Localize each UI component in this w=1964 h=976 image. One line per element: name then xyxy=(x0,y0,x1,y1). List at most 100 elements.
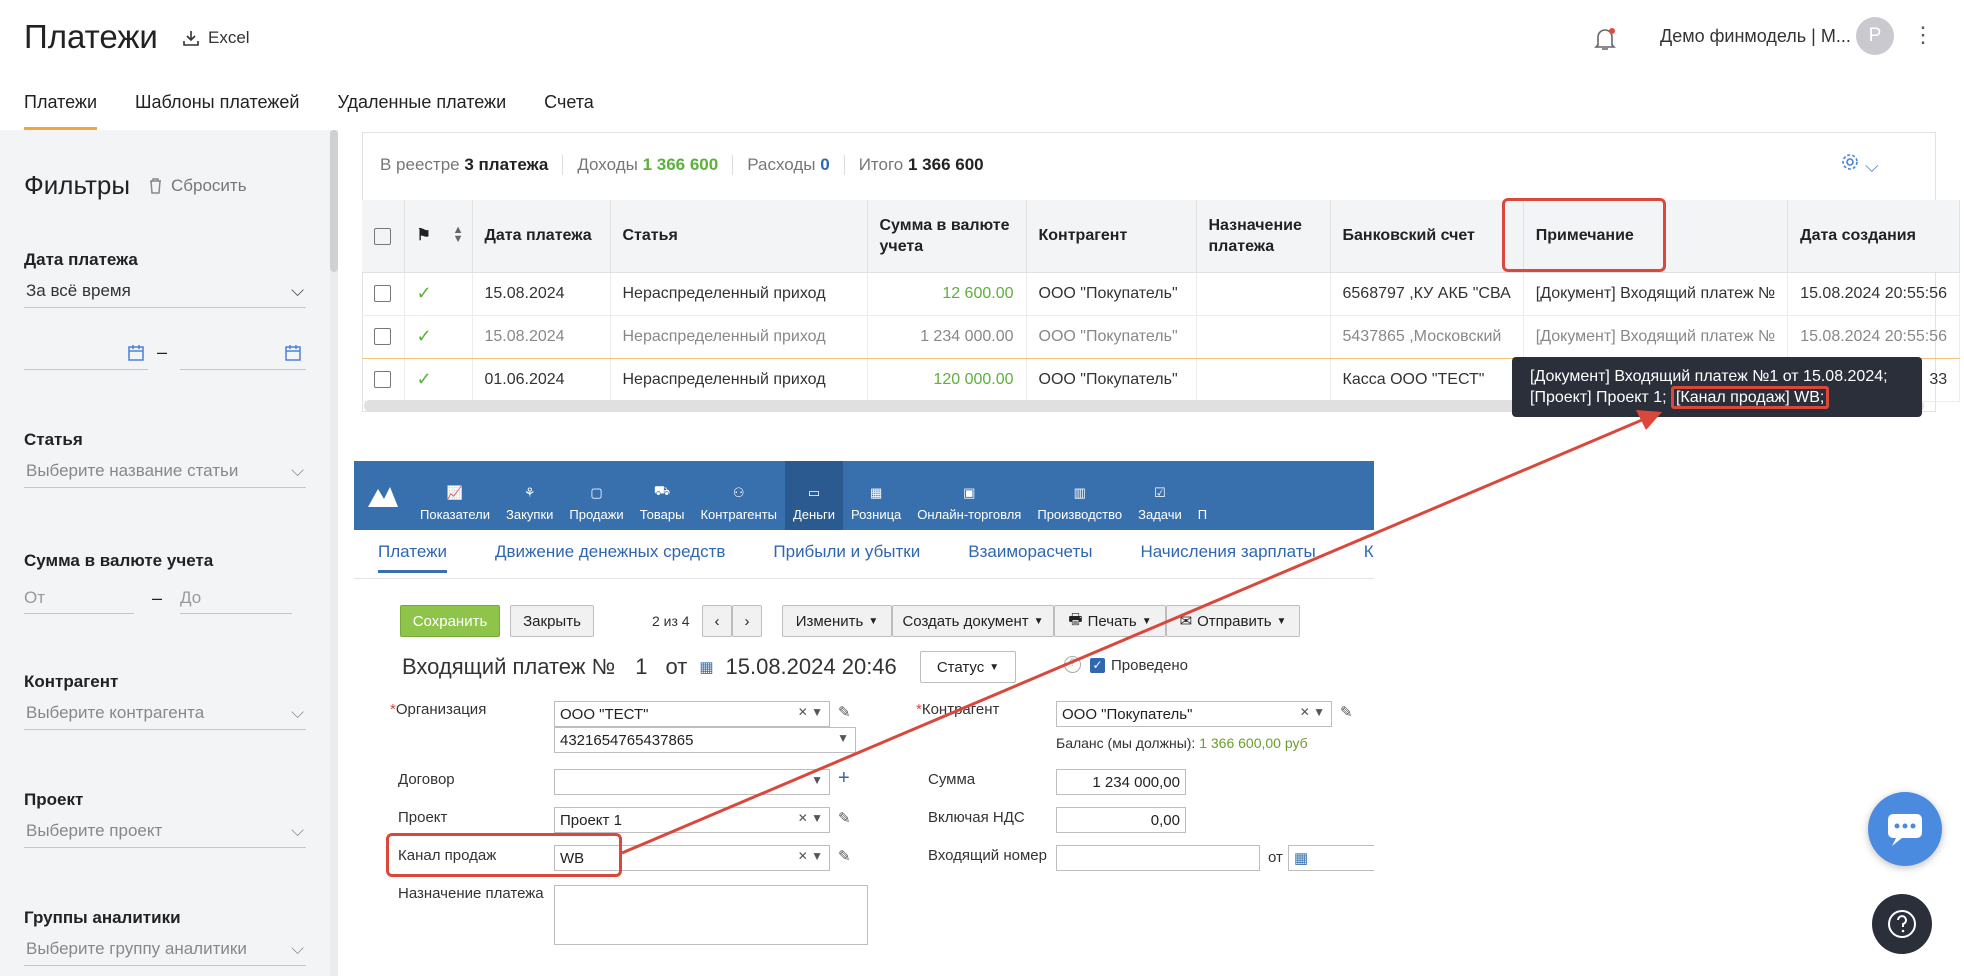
col-article[interactable]: Статья xyxy=(610,200,868,273)
row-select-cell[interactable] xyxy=(362,358,405,402)
table-row[interactable]: ✓ 15.08.2024 Нераспределенный приход 12 … xyxy=(362,272,1961,316)
sum-field[interactable]: 1 234 000,00 xyxy=(1056,769,1186,795)
cell-date: 01.06.2024 xyxy=(472,358,611,402)
tab-templates[interactable]: Шаблоны платежей xyxy=(135,92,299,130)
status-select[interactable]: Статус ▼ xyxy=(920,651,1016,683)
calendar-icon[interactable] xyxy=(284,344,302,362)
row-checkbox[interactable] xyxy=(374,284,391,302)
prev-button[interactable]: ‹ xyxy=(702,605,732,637)
tab-payments[interactable]: Платежи xyxy=(24,92,98,130)
document-date[interactable]: 15.08.2024 20:46 xyxy=(726,654,897,680)
ms-tab-payments[interactable]: Платежи xyxy=(378,542,447,573)
col-bank-account[interactable]: Банковский счет xyxy=(1330,200,1524,273)
edit-pencil-icon[interactable]: ✎ xyxy=(1340,703,1353,721)
ms-nav-goods[interactable]: ⛟ Товары xyxy=(632,461,693,530)
reset-filters-button[interactable]: Сбросить xyxy=(148,176,247,196)
conducted-checkbox[interactable]: ✓ Проведено xyxy=(1090,657,1188,674)
send-button[interactable]: ✉ Отправить ▼ xyxy=(1166,605,1300,637)
excel-label: Excel xyxy=(208,28,250,47)
row-checkbox[interactable] xyxy=(374,327,391,345)
filter-project-label: Проект xyxy=(24,790,84,809)
avatar[interactable]: Р xyxy=(1856,17,1894,55)
ms-tab-pnl[interactable]: Прибыли и убытки xyxy=(773,542,920,573)
next-button[interactable]: › xyxy=(732,605,762,637)
project-select[interactable]: Выберите проект ⌵ xyxy=(24,814,306,848)
calendar-icon[interactable] xyxy=(127,344,145,362)
organization-field[interactable]: ООО "ТЕСТ" ✕ ▼ xyxy=(554,701,830,727)
print-button[interactable]: 🖶 Печать ▼ xyxy=(1054,605,1166,637)
row-select-cell[interactable] xyxy=(362,314,405,359)
col-contractor[interactable]: Контрагент xyxy=(1026,200,1197,273)
calendar-icon[interactable]: ▦ xyxy=(1294,849,1308,867)
ms-nav-production[interactable]: ▥ Производство xyxy=(1029,461,1130,530)
create-document-button[interactable]: Создать документ ▼ xyxy=(892,605,1054,637)
ms-contractor-field[interactable]: ООО "Покупатель" ✕ ▼ xyxy=(1056,701,1332,727)
ms-nav-retail[interactable]: ▦ Розница xyxy=(843,461,909,530)
edit-pencil-icon[interactable]: ✎ xyxy=(838,703,851,721)
select-all-checkbox[interactable] xyxy=(374,227,391,245)
save-button[interactable]: Сохранить xyxy=(400,605,500,637)
ms-nav-tasks[interactable]: ☑ Задачи xyxy=(1130,461,1190,530)
ms-nav-sales[interactable]: ▢ Продажи xyxy=(561,461,631,530)
edit-pencil-icon[interactable]: ✎ xyxy=(838,847,851,865)
sidebar-scrollbar[interactable] xyxy=(330,130,338,976)
ms-nav-indicators[interactable]: 📈 Показатели xyxy=(412,461,498,530)
edit-menu-button[interactable]: Изменить ▼ xyxy=(782,605,892,637)
ms-nav-online[interactable]: ▣ Онлайн-торговля xyxy=(909,461,1029,530)
col-date[interactable]: Дата платежа xyxy=(472,200,611,273)
ms-tab-more[interactable]: Корре xyxy=(1364,542,1374,573)
row-select-cell[interactable] xyxy=(362,272,405,316)
contractor-select[interactable]: Выберите контрагента ⌵ xyxy=(24,696,306,730)
ms-nav-contractors[interactable]: ⚇ Контрагенты xyxy=(692,461,785,530)
edit-pencil-icon[interactable]: ✎ xyxy=(838,809,851,827)
flag-column[interactable]: ⚑ ▲ ▼ xyxy=(404,200,473,273)
cell-amount: 1 234 000.00 xyxy=(867,314,1027,359)
ms-nav-purchases[interactable]: ⚘ Закупки xyxy=(498,461,561,530)
tab-accounts[interactable]: Счета xyxy=(544,92,594,130)
select-all-cell[interactable] xyxy=(362,200,405,273)
col-created[interactable]: Дата создания xyxy=(1787,200,1961,273)
org-account-field[interactable]: 4321654765437865 ▼ xyxy=(554,727,856,753)
amount-from-input[interactable]: От xyxy=(24,580,134,614)
excel-export-button[interactable]: Excel xyxy=(182,28,250,48)
help-button[interactable] xyxy=(1872,894,1932,954)
ms-logo[interactable] xyxy=(354,461,412,530)
project-field[interactable]: Проект 1 ✕ ▼ xyxy=(554,807,830,833)
row-checkbox[interactable] xyxy=(374,370,391,388)
date-period-select[interactable]: За всё время ⌵ xyxy=(24,274,306,308)
tab-deleted[interactable]: Удаленные платежи xyxy=(337,92,506,130)
analytics-select[interactable]: Выберите группу аналитики ⌵ xyxy=(24,932,306,966)
grand-total: Итого 1 366 600 xyxy=(858,155,984,174)
table-row[interactable]: ✓ 15.08.2024 Нераспределенный приход 1 2… xyxy=(362,314,1961,359)
info-icon[interactable]: ? xyxy=(1064,656,1081,673)
table-settings-button[interactable]: ⌵ xyxy=(1840,152,1879,177)
sort-icon[interactable]: ▲ ▼ xyxy=(453,225,464,245)
vat-field[interactable]: 0,00 xyxy=(1056,807,1186,833)
ms-nav-money[interactable]: ▭ Деньги xyxy=(785,461,843,530)
more-menu-icon[interactable]: ⋮ xyxy=(1912,22,1934,48)
ms-tab-settlements[interactable]: Взаиморасчеты xyxy=(968,542,1092,573)
col-amount[interactable]: Сумма в валюте учета xyxy=(867,200,1027,273)
add-icon[interactable]: + xyxy=(838,767,850,790)
cell-date: 15.08.2024 xyxy=(472,272,611,316)
ms-tab-salary[interactable]: Начисления зарплаты xyxy=(1140,542,1315,573)
col-purpose[interactable]: Назначение платежа xyxy=(1196,200,1331,273)
note-column-highlight xyxy=(1502,198,1666,272)
chevron-left-icon: ‹ xyxy=(714,612,720,630)
amount-to-input[interactable]: До xyxy=(180,580,292,614)
incoming-date-field[interactable]: ▦ xyxy=(1288,845,1374,871)
incoming-number-field[interactable] xyxy=(1056,845,1260,871)
close-button[interactable]: Закрыть xyxy=(510,605,594,637)
factory-icon: ▥ xyxy=(1073,485,1086,500)
registry-count: В реестре 3 платежа xyxy=(380,155,549,174)
filter-article-label: Статья xyxy=(24,430,83,449)
account-name[interactable]: Демо финмодель | М... xyxy=(1660,26,1851,47)
article-select[interactable]: Выберите название статьи ⌵ xyxy=(24,454,306,488)
purpose-textarea[interactable] xyxy=(554,885,868,945)
chat-button[interactable] xyxy=(1868,792,1942,866)
bell-icon[interactable] xyxy=(1590,24,1620,54)
ms-nav-more[interactable]: П xyxy=(1190,461,1215,530)
calendar-icon[interactable]: ▦ xyxy=(699,658,713,676)
ms-tab-cashflow[interactable]: Движение денежных средств xyxy=(495,542,725,573)
contract-field[interactable]: ▼ xyxy=(554,769,830,795)
